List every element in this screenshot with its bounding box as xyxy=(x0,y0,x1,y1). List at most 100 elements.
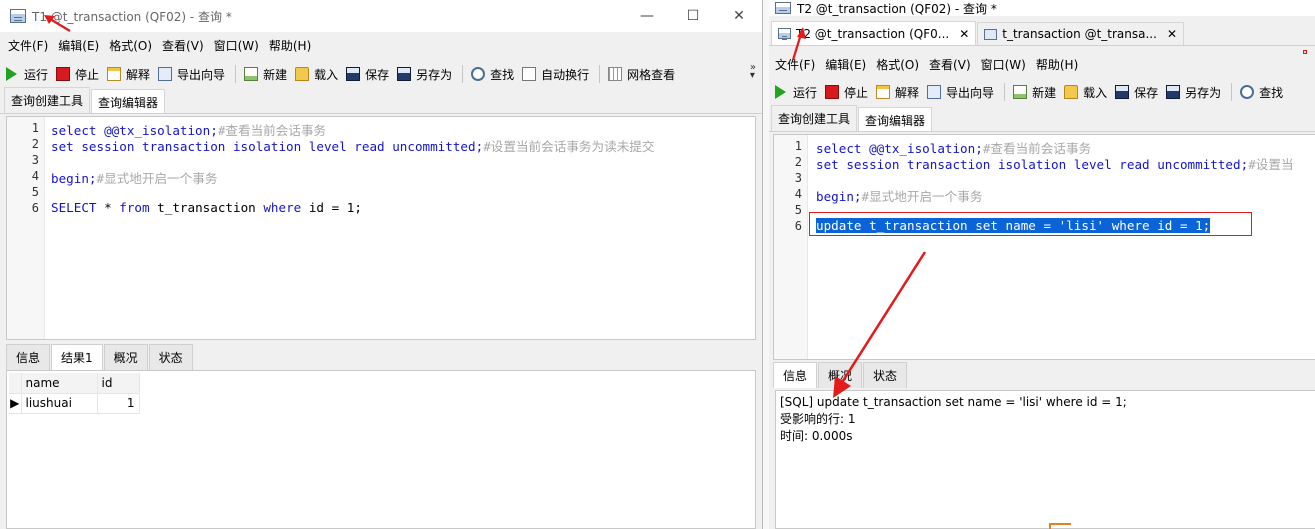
close-tab-icon[interactable]: ✕ xyxy=(1167,27,1177,41)
line-number: 4 xyxy=(31,169,39,183)
menu-edit[interactable]: 编辑(E) xyxy=(58,37,99,54)
save-icon xyxy=(346,67,361,81)
menu-help[interactable]: 帮助(H) xyxy=(1036,56,1078,73)
annotation-arrow xyxy=(833,251,927,398)
tab-profile[interactable]: 概况 xyxy=(103,344,148,370)
grid-view-button[interactable]: 网格查看 xyxy=(608,66,675,83)
line-number: 6 xyxy=(31,201,39,215)
load-button[interactable]: 载入 xyxy=(1064,84,1107,101)
tab-query-editor[interactable]: 查询编辑器 xyxy=(91,89,166,113)
close-tab-icon[interactable]: ✕ xyxy=(959,27,969,41)
tab-result1[interactable]: 结果1 xyxy=(51,344,103,370)
table-header-row: name id xyxy=(9,373,140,394)
save-button[interactable]: 保存 xyxy=(1115,84,1158,101)
tab-status[interactable]: 状态 xyxy=(148,344,193,370)
line-number: 1 xyxy=(794,139,802,153)
menu-format[interactable]: 格式(O) xyxy=(876,56,919,73)
run-button[interactable]: 运行 xyxy=(775,84,817,101)
search-icon xyxy=(1240,85,1255,99)
window-title: T2 @t_transaction (QF02) - 查询 * xyxy=(797,1,997,16)
title-bar[interactable]: T1 @t_transaction (QF02) - 查询 * — ☐ ✕ xyxy=(0,0,762,32)
doc-tab-table[interactable]: t_transaction @t_transa... ✕ xyxy=(977,22,1184,45)
export-wizard-button[interactable]: 导出向导 xyxy=(927,84,994,101)
cell-name[interactable]: liushuai xyxy=(21,393,98,414)
explain-button[interactable]: 解释 xyxy=(107,66,150,83)
minimize-button[interactable]: — xyxy=(624,0,670,32)
menu-view[interactable]: 查看(V) xyxy=(929,56,971,73)
tab-query-builder[interactable]: 查询创建工具 xyxy=(771,105,858,131)
toolbar: 运行 停止 解释 导出向导 新建 载入 保存 另存为 查找 自动换行 网格查看 … xyxy=(0,60,762,88)
folder-icon xyxy=(295,67,310,81)
cell-id[interactable]: 1 xyxy=(97,393,140,414)
result-tab-row: 信息 结果1 概况 状态 xyxy=(6,344,194,370)
line-number-gutter: 1 2 3 4 5 6 xyxy=(7,117,45,339)
word-wrap-button[interactable]: 自动换行 xyxy=(522,66,589,83)
code-line-2: set session transaction isolation level … xyxy=(816,157,1294,172)
menu-help[interactable]: 帮助(H) xyxy=(269,37,311,54)
current-row-marker-icon: ▶ xyxy=(9,393,22,414)
maximize-button[interactable]: ☐ xyxy=(670,0,716,32)
toolbar-overflow-chevron-icon[interactable]: » ▾ xyxy=(750,63,756,81)
message-panel: [SQL] update t_transaction set name = 'l… xyxy=(775,390,1315,529)
menu-edit[interactable]: 编辑(E) xyxy=(825,56,866,73)
toolbar: 运行 停止 解释 导出向导 新建 载入 保存 另存为 查找 xyxy=(769,78,1315,106)
annotation-arrow xyxy=(791,27,806,61)
export-wizard-button[interactable]: 导出向导 xyxy=(158,66,225,83)
result-grid[interactable]: name id ▶ liushuai 1 xyxy=(6,370,756,529)
column-header-id[interactable]: id xyxy=(97,373,140,394)
orange-marker xyxy=(1049,523,1071,529)
word-wrap-icon xyxy=(522,67,537,81)
menu-bar: 文件(F) 编辑(E) 格式(O) 查看(V) 窗口(W) 帮助(H) xyxy=(0,34,762,56)
toolbar-separator xyxy=(599,65,601,83)
save-as-icon xyxy=(1166,85,1181,99)
stop-icon xyxy=(825,85,840,99)
explain-icon xyxy=(876,85,891,99)
export-icon xyxy=(927,85,942,99)
menu-format[interactable]: 格式(O) xyxy=(109,37,152,54)
sql-editor[interactable]: 1 2 3 4 5 6 select @@tx_isolation;#查看当前会… xyxy=(6,116,756,340)
new-button[interactable]: 新建 xyxy=(1013,84,1056,101)
search-icon xyxy=(471,67,486,81)
load-button[interactable]: 载入 xyxy=(295,66,338,83)
stop-button[interactable]: 停止 xyxy=(825,84,868,101)
annotation-highlight-box xyxy=(809,212,1252,236)
app-icon xyxy=(10,9,26,23)
row-header-corner xyxy=(9,373,22,394)
explain-button[interactable]: 解释 xyxy=(876,84,919,101)
toolbar-separator xyxy=(462,65,464,83)
menu-window[interactable]: 窗口(W) xyxy=(214,37,259,54)
menu-file[interactable]: 文件(F) xyxy=(8,37,48,54)
save-as-button[interactable]: 另存为 xyxy=(1166,84,1221,101)
column-header-name[interactable]: name xyxy=(21,373,98,394)
query-window-t1: T1 @t_transaction (QF02) - 查询 * — ☐ ✕ 文件… xyxy=(0,0,763,529)
tab-query-builder[interactable]: 查询创建工具 xyxy=(4,87,91,113)
tab-info[interactable]: 信息 xyxy=(6,344,51,370)
menu-window[interactable]: 窗口(W) xyxy=(981,56,1026,73)
title-bar[interactable]: T2 @t_transaction (QF02) - 查询 * xyxy=(769,0,1315,16)
find-button[interactable]: 查找 xyxy=(471,66,514,83)
grid-icon xyxy=(608,67,623,81)
line-number: 5 xyxy=(794,203,802,217)
tab-info[interactable]: 信息 xyxy=(773,362,818,388)
stop-button[interactable]: 停止 xyxy=(56,66,99,83)
info-affected-rows: 受影响的行: 1 xyxy=(780,412,856,426)
save-button[interactable]: 保存 xyxy=(346,66,389,83)
line-number-gutter: 1 2 3 4 5 6 xyxy=(774,135,808,359)
table-row[interactable]: ▶ liushuai 1 xyxy=(9,393,140,414)
close-button[interactable]: ✕ xyxy=(716,0,762,32)
find-button[interactable]: 查找 xyxy=(1240,84,1283,101)
save-as-button[interactable]: 另存为 xyxy=(397,66,452,83)
line-number: 1 xyxy=(31,121,39,135)
toolbar-separator xyxy=(235,65,237,83)
info-time: 时间: 0.000s xyxy=(780,429,853,443)
code-line-4: begin;#显式地开启一个事务 xyxy=(51,171,218,186)
menu-view[interactable]: 查看(V) xyxy=(162,37,204,54)
run-button[interactable]: 运行 xyxy=(6,66,48,83)
new-button[interactable]: 新建 xyxy=(244,66,287,83)
run-icon xyxy=(775,85,786,99)
tab-query-editor[interactable]: 查询编辑器 xyxy=(858,107,933,131)
export-icon xyxy=(158,67,173,81)
query-window-t2: T2 @t_transaction (QF02) - 查询 * T2 @t_tr… xyxy=(769,0,1315,529)
save-icon xyxy=(1115,85,1130,99)
line-number: 4 xyxy=(794,187,802,201)
